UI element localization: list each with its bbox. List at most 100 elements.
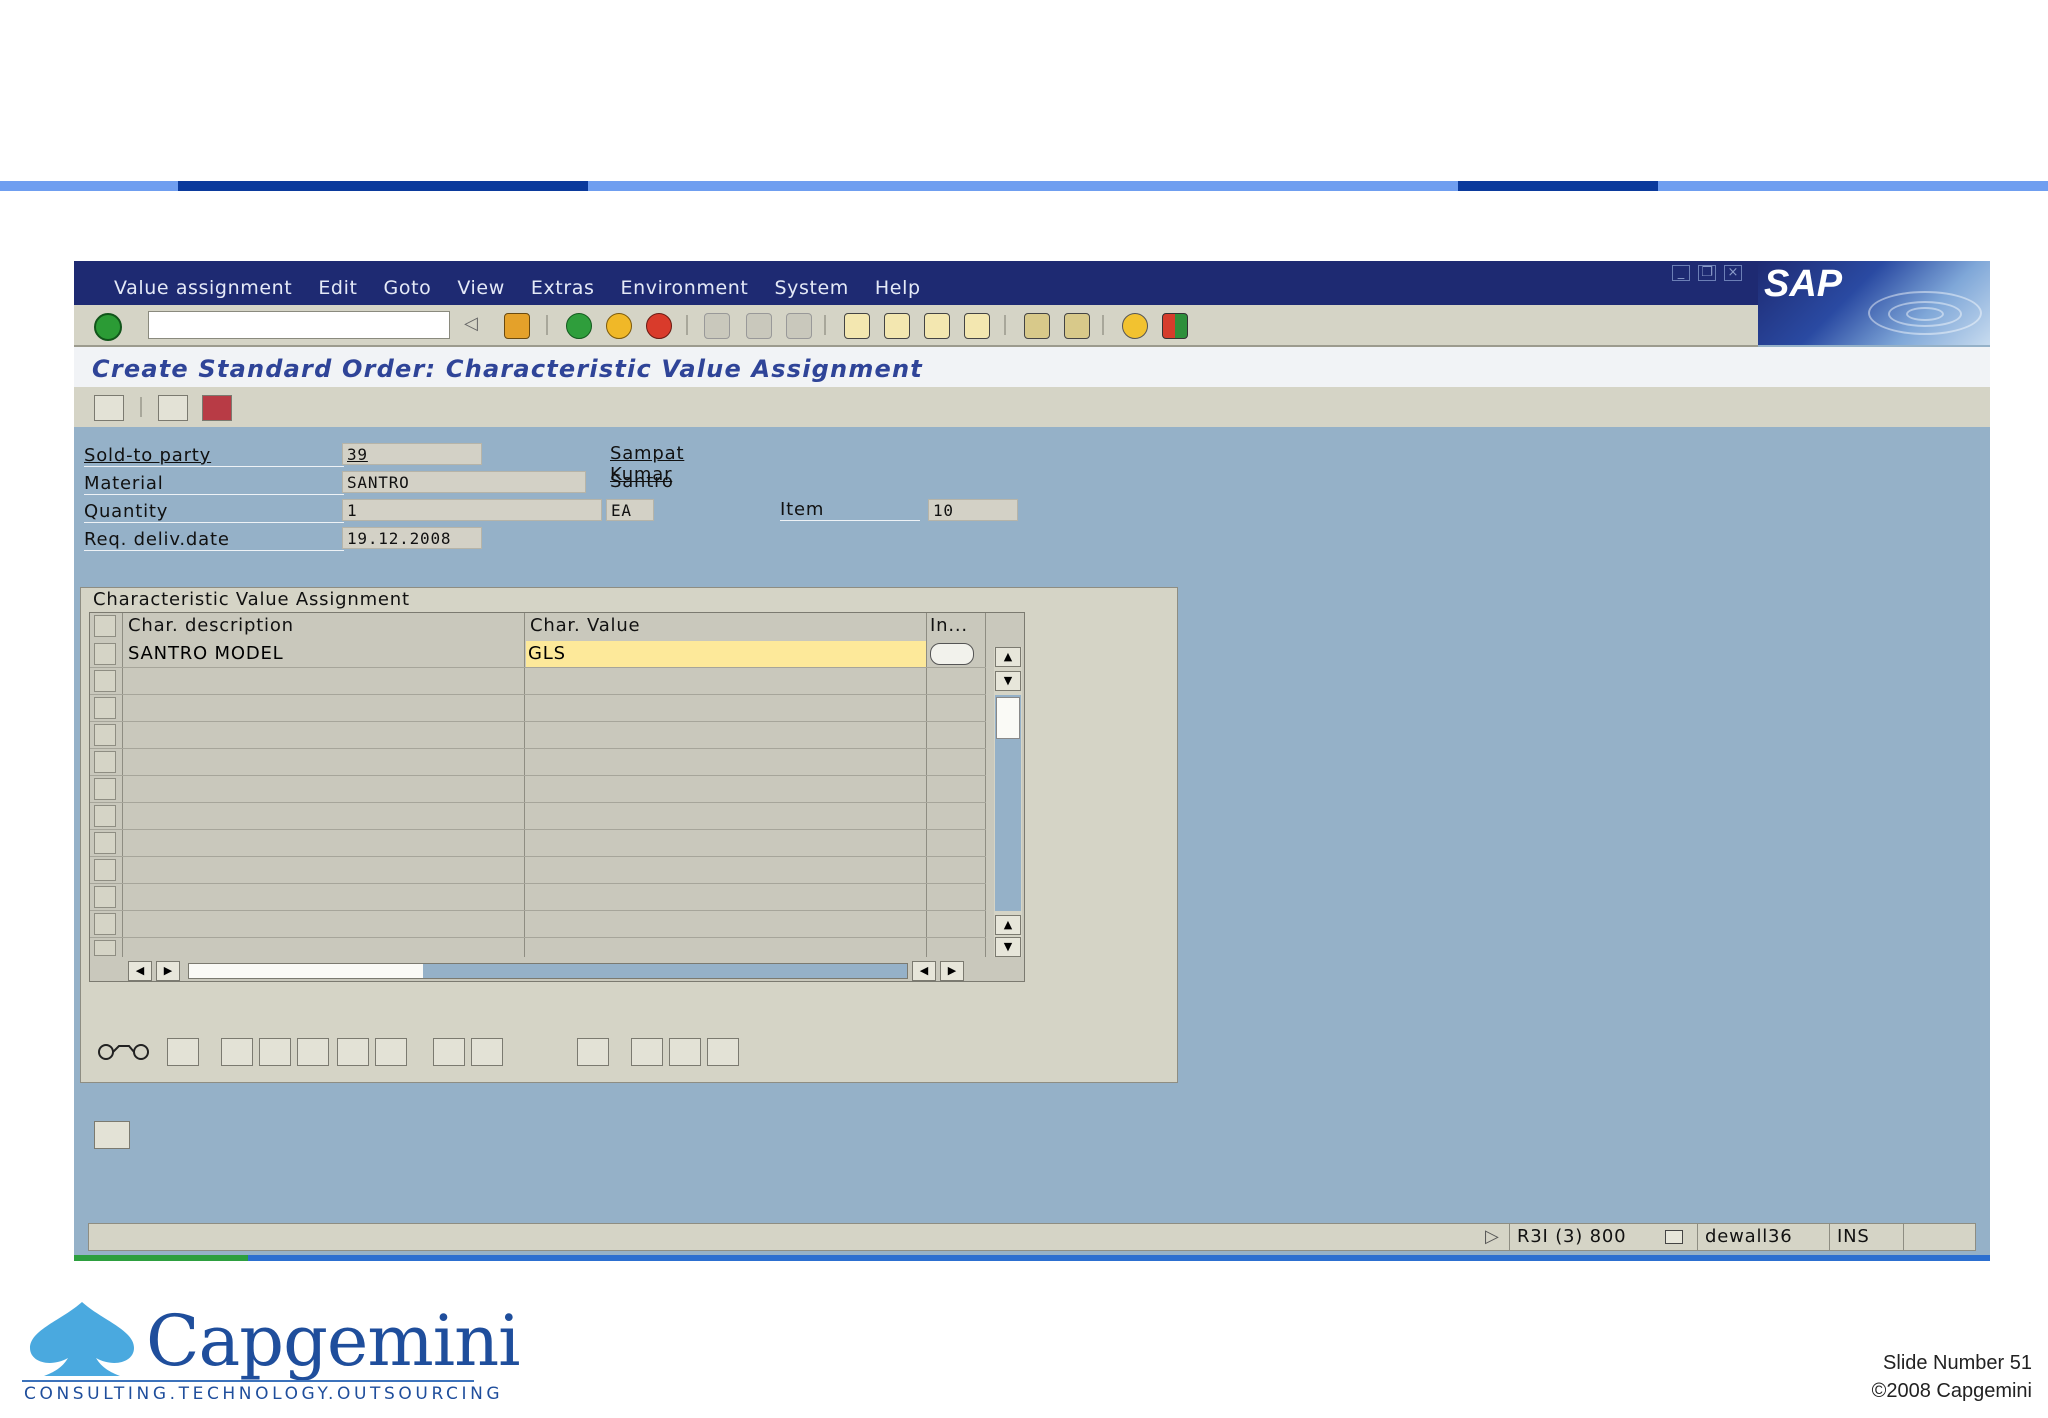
table-row [90, 938, 986, 957]
status-expand-icon[interactable]: ▷ [1485, 1226, 1500, 1247]
cancel-icon[interactable] [646, 313, 672, 339]
column-info[interactable]: In... [930, 615, 968, 636]
back-icon[interactable] [566, 313, 592, 339]
page-up-icon[interactable]: ▲ [995, 915, 1021, 935]
horizontal-scrollbar[interactable]: ◀ ▶ ◀ ▶ [128, 961, 964, 981]
result-icon[interactable] [202, 395, 232, 421]
column-char-description[interactable]: Char. description [128, 615, 294, 636]
char-value-text: GLS [528, 643, 566, 664]
row-selector[interactable] [94, 697, 116, 719]
req-deliv-field[interactable]: 19.12.2008 [342, 527, 482, 549]
table-row [90, 911, 986, 938]
row-selector[interactable] [94, 940, 116, 956]
row-selector[interactable] [94, 778, 116, 800]
sap-logo: SAP [1758, 261, 1990, 345]
shortcut-icon[interactable] [1064, 313, 1090, 339]
help-icon[interactable] [1122, 313, 1148, 339]
first-page-icon[interactable] [844, 313, 870, 339]
copy-values-icon[interactable] [94, 395, 124, 421]
configuration-icon[interactable] [158, 395, 188, 421]
last-entry-icon[interactable] [337, 1038, 369, 1066]
scroll-track[interactable] [995, 695, 1021, 911]
select-all-icon[interactable] [94, 615, 116, 637]
previous-page-icon[interactable] [884, 313, 910, 339]
row-selector[interactable] [94, 670, 116, 692]
close-icon[interactable]: × [1724, 265, 1742, 281]
command-field[interactable] [148, 311, 450, 339]
row-selector[interactable] [94, 832, 116, 854]
row-selector[interactable] [94, 913, 116, 935]
char-value-input[interactable]: GLS [526, 641, 926, 667]
expand-screen-icon[interactable] [94, 1121, 130, 1149]
slide-stripe [0, 181, 2048, 191]
previous-entry-icon[interactable] [259, 1038, 291, 1066]
row-selector[interactable] [94, 724, 116, 746]
table-row [90, 830, 986, 857]
next-entry-icon[interactable] [297, 1038, 329, 1066]
menu-goto[interactable]: Goto [384, 277, 432, 299]
layout-menu-icon[interactable] [1162, 313, 1188, 339]
scroll-right-icon[interactable]: ▶ [156, 961, 180, 981]
menu-help[interactable]: Help [875, 277, 921, 299]
copy-icon[interactable] [631, 1038, 663, 1066]
edit-icon[interactable] [707, 1038, 739, 1066]
h-scroll-thumb[interactable] [189, 964, 423, 978]
menu-environment[interactable]: Environment [621, 277, 749, 299]
system-info[interactable]: R3I (3) 800 [1517, 1226, 1626, 1247]
first-entry-icon[interactable] [221, 1038, 253, 1066]
scroll-left-icon[interactable]: ◀ [912, 961, 936, 981]
refresh-icon[interactable] [669, 1038, 701, 1066]
list-icon[interactable] [375, 1038, 407, 1066]
back-triangle-icon[interactable]: ◁ [464, 313, 488, 337]
menu-value-assignment[interactable]: Value assignment [114, 277, 292, 299]
material-field[interactable]: SANTRO [342, 471, 586, 493]
h-scroll-track[interactable] [188, 963, 908, 979]
find-next-icon[interactable] [786, 313, 812, 339]
system-info-icon[interactable] [1665, 1230, 1683, 1244]
menu-system[interactable]: System [774, 277, 848, 299]
row-selector[interactable] [94, 805, 116, 827]
sold-to-field[interactable]: 39 [342, 443, 482, 465]
progress-line [74, 1255, 248, 1261]
tab-char-value-assignment[interactable]: Characteristic Value Assignment [87, 589, 424, 611]
restore-icon[interactable]: ❐ [1698, 265, 1716, 281]
menu-view[interactable]: View [457, 277, 505, 299]
scroll-thumb[interactable] [996, 697, 1020, 739]
save-icon[interactable] [504, 313, 530, 339]
item-field[interactable]: 10 [928, 499, 1018, 521]
minimize-icon[interactable]: _ [1672, 265, 1690, 281]
row-selector[interactable] [94, 643, 116, 665]
insert-mode[interactable]: INS [1837, 1226, 1870, 1247]
page-title: Create Standard Order: Characteristic Va… [92, 355, 923, 383]
column-char-value[interactable]: Char. Value [530, 615, 640, 636]
scroll-left-icon[interactable]: ◀ [128, 961, 152, 981]
print-icon[interactable] [704, 313, 730, 339]
char-value-tabstrip: Characteristic Value Assignment Char. de… [80, 587, 1178, 1083]
exit-icon[interactable] [606, 313, 632, 339]
lock-icon[interactable] [167, 1038, 199, 1066]
last-page-icon[interactable] [964, 313, 990, 339]
enter-check-icon[interactable] [94, 313, 122, 341]
scroll-down-icon[interactable]: ▼ [995, 671, 1021, 691]
scroll-up-icon[interactable]: ▲ [995, 647, 1021, 667]
menu-extras[interactable]: Extras [531, 277, 595, 299]
next-page-icon[interactable] [924, 313, 950, 339]
scroll-right-icon[interactable]: ▶ [940, 961, 964, 981]
chart-icon[interactable] [471, 1038, 503, 1066]
sold-to-label[interactable]: Sold-to party [84, 443, 344, 467]
binoculars-icon[interactable] [577, 1038, 609, 1066]
value-help-icon[interactable] [930, 643, 974, 665]
view-glasses-icon[interactable] [97, 1044, 151, 1060]
create-session-icon[interactable] [1024, 313, 1050, 339]
table-settings-icon[interactable] [433, 1038, 465, 1066]
page-down-icon[interactable]: ▼ [995, 937, 1021, 957]
row-selector[interactable] [94, 859, 116, 881]
application-toolbar [74, 387, 1990, 427]
row-selector[interactable] [94, 751, 116, 773]
quantity-field[interactable]: 1 [342, 499, 602, 521]
unit-field[interactable]: EA [606, 499, 654, 521]
menu-edit[interactable]: Edit [318, 277, 357, 299]
row-selector[interactable] [94, 886, 116, 908]
vertical-scrollbar[interactable]: ▲ ▼ ▲ ▼ [994, 647, 1022, 957]
find-icon[interactable] [746, 313, 772, 339]
